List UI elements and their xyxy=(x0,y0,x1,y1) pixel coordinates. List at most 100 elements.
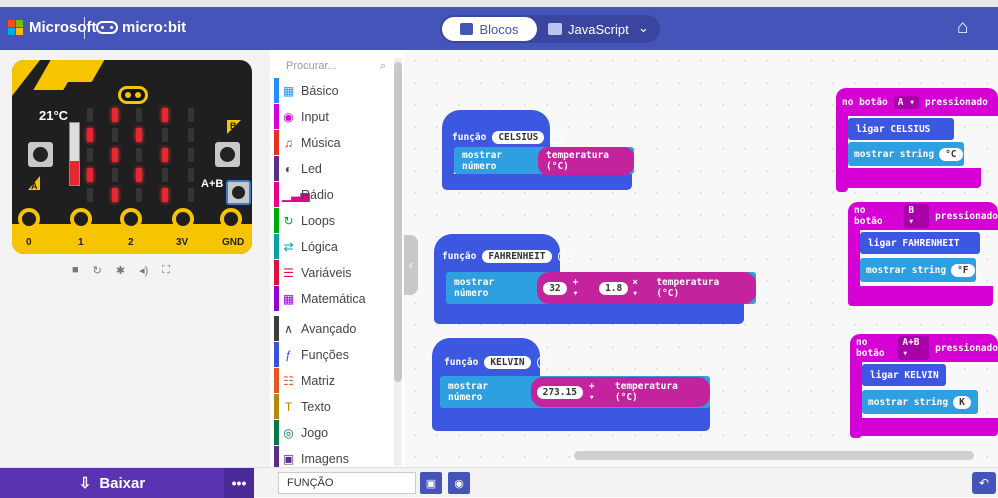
category-loops[interactable]: ↻ Loops xyxy=(274,208,394,233)
search-icon[interactable]: ⌕ xyxy=(380,60,386,73)
board-logo[interactable] xyxy=(118,86,148,104)
category-música[interactable]: ♫ Música xyxy=(274,130,394,155)
button-dropdown[interactable]: A+B ▾ xyxy=(898,336,930,360)
category-texto[interactable]: T Texto xyxy=(274,394,394,419)
chevron-down-icon[interactable]: ⌄ xyxy=(638,20,649,36)
function-name[interactable]: FAHRENHEIT xyxy=(482,249,552,263)
category-color-bar xyxy=(274,130,279,155)
math-expression[interactable]: 32 + ▾ 1.8 × ▾ temperatura (°C) xyxy=(537,272,756,304)
show-string-block[interactable]: mostrar string K xyxy=(862,390,978,414)
string-input[interactable]: °F xyxy=(951,263,975,277)
thermometer-slider[interactable] xyxy=(69,122,80,186)
puzzle-icon xyxy=(460,23,474,35)
slow-motion-icon[interactable]: ✱ xyxy=(116,264,125,277)
tab-blocos[interactable]: Blocos xyxy=(442,17,537,41)
category-input[interactable]: ◉ Input xyxy=(274,104,394,129)
call-function-block[interactable]: ligar KELVIN xyxy=(862,364,946,386)
show-number-block[interactable]: mostrar número 273.15 + ▾ temperatura (°… xyxy=(440,376,710,408)
toolbox: Procurar... ⌕ ▦ Básico ◉ Input ♫ Música ◐ Led ▁▃… xyxy=(270,50,404,467)
category-variáveis[interactable]: ☰ Variáveis xyxy=(274,260,394,285)
button-dropdown[interactable]: B ▾ xyxy=(904,204,930,228)
call-function-block[interactable]: ligar CELSIUS xyxy=(848,118,954,140)
on-button-label: no botão xyxy=(842,96,888,108)
restart-icon[interactable]: ↻ xyxy=(93,264,102,277)
more-button[interactable]: ••• xyxy=(224,468,254,498)
button-b[interactable] xyxy=(215,142,240,167)
fullscreen-icon[interactable]: ⛶ xyxy=(162,264,170,277)
pin-label: GND xyxy=(222,237,245,248)
category-básico[interactable]: ▦ Básico xyxy=(274,78,394,103)
category-matemática[interactable]: ▦ Matemática xyxy=(274,286,394,311)
workspace-scrollbar[interactable] xyxy=(574,451,974,460)
string-input[interactable]: °C xyxy=(939,147,963,161)
collapse-icon[interactable]: ⌃ xyxy=(536,355,550,369)
collapse-simulator-button[interactable]: ‹ xyxy=(404,235,418,295)
category-led[interactable]: ◐ Led xyxy=(274,156,394,181)
category-rádio[interactable]: ▁▃▅ Rádio xyxy=(274,182,394,207)
pin-2[interactable] xyxy=(120,208,142,230)
image-icon: ▣ xyxy=(282,451,295,466)
number-input[interactable]: 273.15 xyxy=(536,385,583,399)
category-label: Imagens xyxy=(301,451,349,466)
number-input[interactable]: 32 xyxy=(543,281,567,295)
search-input[interactable]: Procurar... ⌕ xyxy=(284,56,388,76)
show-number-block[interactable]: mostrar número temperatura (°C) xyxy=(454,146,634,175)
temperature-reporter[interactable]: temperatura (°C) xyxy=(538,146,634,175)
button-a[interactable] xyxy=(28,142,53,167)
project-name-input[interactable]: FUNÇÃO xyxy=(278,472,416,494)
category-funções[interactable]: ƒ Funções xyxy=(274,342,394,367)
home-icon[interactable]: ⌂ xyxy=(957,17,968,39)
github-icon[interactable]: ◉ xyxy=(448,472,470,494)
pin-3v[interactable] xyxy=(172,208,194,230)
call-label: ligar xyxy=(868,237,897,249)
undo-icon[interactable]: ↶ xyxy=(972,472,996,494)
led xyxy=(87,188,93,202)
number-input[interactable]: 1.8 xyxy=(599,281,629,295)
led xyxy=(136,108,142,122)
download-button[interactable]: ⇩ Baixar xyxy=(0,468,224,498)
scrollbar-thumb[interactable] xyxy=(394,62,402,382)
temperature-reporter[interactable]: temperatura (°C) xyxy=(652,275,746,301)
function-block-side xyxy=(434,270,446,302)
category-jogo[interactable]: ◎ Jogo xyxy=(274,420,394,445)
event-header: no botão B ▾ pressionado xyxy=(850,204,998,228)
function-name[interactable]: CELSIUS xyxy=(492,130,545,144)
collapse-icon[interactable]: ⌃ xyxy=(557,249,571,263)
pin-gnd[interactable] xyxy=(220,208,242,230)
category-imagens[interactable]: ▣ Imagens xyxy=(274,446,394,467)
product-label: micro:bit xyxy=(122,19,187,36)
category-label: Música xyxy=(301,135,341,150)
mute-icon[interactable]: ◂) xyxy=(139,264,148,277)
pin-1[interactable] xyxy=(70,208,92,230)
function-keyword: função xyxy=(452,131,487,143)
math-expression[interactable]: 1.8 × ▾ temperatura (°C) xyxy=(595,274,750,302)
show-string-block[interactable]: mostrar string °C xyxy=(848,142,964,166)
call-function-block[interactable]: ligar FAHRENHEIT xyxy=(860,232,980,254)
microbit-logo[interactable]: micro:bit xyxy=(96,19,186,36)
function-name[interactable]: KELVIN xyxy=(484,355,531,369)
temperature-reporter[interactable]: temperatura (°C) xyxy=(611,379,704,405)
search-placeholder: Procurar... xyxy=(286,60,337,72)
stop-icon[interactable]: ■ xyxy=(72,264,79,277)
operator-dropdown[interactable]: + ▾ xyxy=(589,381,605,403)
tab-javascript[interactable]: JavaScript xyxy=(548,17,638,41)
button-dropdown[interactable]: A ▾ xyxy=(893,95,919,109)
shuffle-icon: ⇄ xyxy=(283,239,294,254)
button-ab[interactable] xyxy=(226,180,251,205)
category-avançado[interactable]: ∧ Avançado xyxy=(274,316,394,341)
toolbox-scrollbar[interactable] xyxy=(394,58,402,466)
category-matriz[interactable]: ☷ Matriz xyxy=(274,368,394,393)
show-number-block[interactable]: mostrar número 32 + ▾ 1.8 × ▾ temperatur… xyxy=(446,272,756,304)
math-expression[interactable]: 273.15 + ▾ temperatura (°C) xyxy=(530,377,710,407)
string-input[interactable]: K xyxy=(953,395,971,409)
category-lógica[interactable]: ⇄ Lógica xyxy=(274,234,394,259)
show-string-block[interactable]: mostrar string °F xyxy=(860,258,976,282)
workspace[interactable]: ‹ função CELSIUS ⌃ mostrar número temper… xyxy=(404,50,998,467)
collapse-icon[interactable]: ⌃ xyxy=(550,130,564,144)
operator-dropdown[interactable]: + ▾ xyxy=(573,277,589,299)
category-color-bar xyxy=(274,182,279,207)
pin-0[interactable] xyxy=(18,208,40,230)
operator-dropdown[interactable]: × ▾ xyxy=(632,277,648,299)
save-icon[interactable]: ▣ xyxy=(420,472,442,494)
category-color-bar xyxy=(274,234,279,259)
